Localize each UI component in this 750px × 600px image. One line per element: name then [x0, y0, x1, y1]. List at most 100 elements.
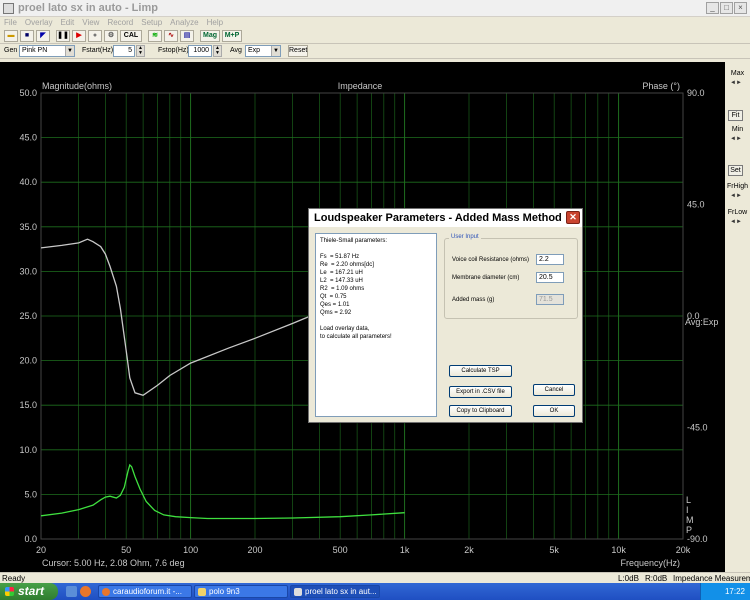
ts-param: L2 = 147.33 uH: [320, 278, 363, 284]
x-tick-label: 10k: [611, 545, 626, 555]
fstart-spinner[interactable]: ▲ ▼: [136, 45, 145, 57]
menu-view[interactable]: View: [78, 17, 103, 28]
stop-icon[interactable]: ●: [88, 30, 102, 42]
x-tick-label: 500: [333, 545, 348, 555]
y-axis-label: Magnitude(ohms): [42, 81, 112, 91]
max-spinner[interactable]: ◄►: [730, 80, 742, 86]
menu-setup[interactable]: Setup: [137, 17, 166, 28]
menu-edit[interactable]: Edit: [56, 17, 78, 28]
x-tick-label: 100: [183, 545, 198, 555]
max-label: Max: [730, 70, 745, 77]
fstop-spinner[interactable]: ▲ ▼: [213, 45, 222, 57]
voice-coil-input[interactable]: 2.2: [536, 254, 564, 265]
task-caraudioforum[interactable]: caraudioforum.it -...: [98, 585, 192, 598]
record-icon[interactable]: ▶: [72, 30, 86, 42]
task-polo-9n3[interactable]: polo 9n3: [194, 585, 288, 598]
task-label: caraudioforum.it -...: [113, 587, 182, 596]
maximize-button[interactable]: □: [720, 2, 733, 14]
added-mass-label: Added mass (g): [452, 297, 495, 303]
added-mass-input[interactable]: 71.5: [536, 294, 564, 305]
chevron-down-icon: ▼: [65, 46, 74, 56]
ok-button[interactable]: OK: [533, 405, 575, 417]
menu-overlay[interactable]: Overlay: [21, 17, 57, 28]
frhigh-spinner[interactable]: ◄►: [730, 193, 742, 199]
menu-help[interactable]: Help: [203, 17, 227, 28]
ts-parameters-box[interactable]: Thiele-Small parameters: Fs = 51.87 Hz Re…: [315, 233, 437, 417]
limp-app-icon: [294, 588, 302, 596]
fstart-label: Fstart(Hz): [82, 47, 114, 54]
limp-letter: M: [686, 515, 694, 525]
phase-icon[interactable]: ∿: [164, 30, 178, 42]
frhigh-label: FrHigh: [726, 183, 748, 190]
export-csv-button[interactable]: Export in .CSV file: [449, 386, 512, 398]
start-button[interactable]: start: [0, 583, 58, 600]
cal-button[interactable]: CAL: [120, 30, 142, 42]
y-tick-label: 20.0: [19, 356, 37, 366]
system-tray: 17:22: [700, 583, 750, 600]
window-title: proel lato sx in auto - Limp: [18, 2, 158, 14]
wave-grid-icon[interactable]: ≋: [148, 30, 162, 42]
open-folder-icon[interactable]: ▬: [4, 30, 18, 42]
menu-file[interactable]: File: [0, 17, 21, 28]
tsp-dialog: Loudspeaker Parameters - Added Mass Meth…: [308, 208, 583, 423]
fit-button[interactable]: Fit: [728, 110, 743, 121]
membrane-input[interactable]: 20.5: [536, 272, 564, 283]
status-mode: Impedance Measurement: [673, 574, 750, 583]
firefox-icon[interactable]: [80, 586, 91, 597]
ts-param: R2 = 1.09 ohms: [320, 286, 365, 292]
gen-label: Gen: [4, 47, 18, 54]
cursor-arrow-icon[interactable]: ◤: [36, 30, 50, 42]
menu-analyze[interactable]: Analyze: [166, 17, 202, 28]
clock[interactable]: 17:22: [725, 587, 745, 596]
copy-clipboard-button[interactable]: Copy to Clipboard: [449, 405, 512, 417]
frlow-spinner[interactable]: ◄►: [730, 219, 742, 225]
show-desktop-icon[interactable]: [66, 586, 77, 597]
firefox-icon: [102, 588, 110, 596]
mp-button[interactable]: M+P: [222, 30, 242, 42]
status-left-level: L:0dB: [618, 574, 639, 583]
mag-button[interactable]: Mag: [200, 30, 220, 42]
fstop-input[interactable]: 1000: [188, 45, 212, 57]
taskbar: start caraudioforum.it -... polo 9n3 pro…: [0, 583, 750, 600]
ts-heading: Thiele-Small parameters:: [320, 238, 388, 244]
limp-letter: L: [686, 495, 691, 505]
minimize-button[interactable]: _: [706, 2, 719, 14]
cancel-button[interactable]: Cancel: [533, 384, 575, 396]
status-ready: Ready: [2, 574, 26, 583]
dialog-close-button[interactable]: ✕: [566, 211, 580, 224]
fstart-input[interactable]: 5: [113, 45, 135, 57]
limp-letter: P: [686, 525, 692, 535]
right-panel: Max ◄► Fit Min ◄► Set FrHigh ◄► FrLow ◄►: [725, 62, 750, 572]
min-spinner[interactable]: ◄►: [730, 136, 742, 142]
menu-record[interactable]: Record: [103, 17, 137, 28]
ts-param: Re = 2.20 ohms[dc]: [320, 262, 374, 268]
y2-tick-label: 90.0: [687, 88, 705, 98]
x-tick-label: 50: [121, 545, 131, 555]
avg-select[interactable]: Exp ▼: [245, 45, 281, 57]
settings-icon[interactable]: ⚙: [104, 30, 118, 42]
close-button[interactable]: ×: [734, 2, 747, 14]
app-icon: [3, 3, 14, 14]
frlow-label: FrLow: [727, 209, 748, 216]
fstop-label: Fstop(Hz): [158, 47, 189, 54]
reset-button[interactable]: Reset: [288, 45, 308, 57]
calculate-tsp-button[interactable]: Calculate TSP: [449, 365, 512, 377]
x-tick-label: 1k: [400, 545, 410, 555]
y2-tick-label: -90.0: [687, 534, 708, 544]
task-limp[interactable]: proel lato sx in aut...: [290, 585, 380, 598]
magnitude-curve: [40, 463, 405, 520]
x-tick-label: 20k: [676, 545, 691, 555]
y-tick-label: 0.0: [24, 534, 37, 544]
y-tick-label: 25.0: [19, 311, 37, 321]
y2-axis-label: Phase (°): [642, 81, 680, 91]
save-disk-icon[interactable]: ■: [20, 30, 34, 42]
y-tick-label: 45.0: [19, 133, 37, 143]
windows-logo-icon: [5, 587, 14, 596]
note-icon[interactable]: ▤: [180, 30, 194, 42]
task-label: proel lato sx in aut...: [305, 587, 377, 596]
pause-icon[interactable]: ❚❚: [56, 30, 70, 42]
ts-note: Load overlay data, to calculate all para…: [320, 326, 392, 340]
set-button[interactable]: Set: [728, 165, 743, 176]
y-tick-label: 5.0: [24, 489, 37, 499]
gen-select[interactable]: Pink PN ▼: [19, 45, 75, 57]
